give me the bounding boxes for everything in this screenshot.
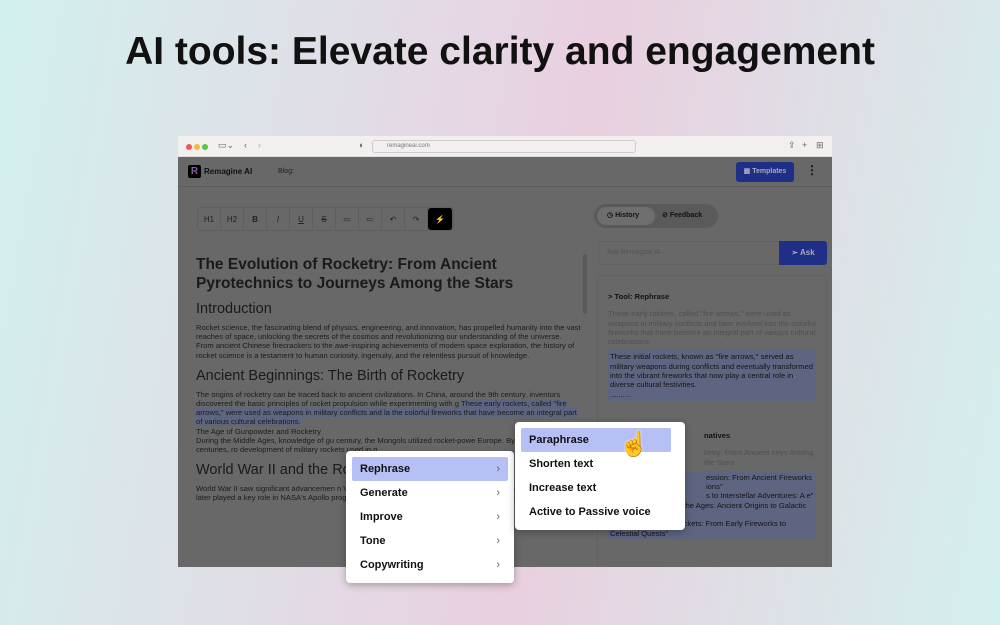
clock-icon: ◷ — [607, 212, 616, 219]
h1-button[interactable]: H1 — [198, 208, 221, 230]
editor-toolbar: H1 H2 B I U S ≔ ≔ ↶ ↷ ⚡ — [197, 207, 454, 231]
brand-name: Remagine AI — [204, 167, 253, 176]
panel-tabs: ◷ History ⊘ Feedback — [594, 204, 718, 228]
new-tab-icon[interactable]: + — [802, 140, 807, 150]
share-icon[interactable]: ⇪ — [788, 140, 796, 151]
chevron-right-icon: › — [496, 535, 500, 547]
bold-button[interactable]: B — [244, 208, 267, 230]
h2-button[interactable]: H2 — [221, 208, 244, 230]
headline: AI tools: Elevate clarity and engagement — [125, 30, 875, 73]
back-icon[interactable]: ‹ — [244, 140, 247, 150]
minimize-dot[interactable] — [194, 144, 200, 150]
hand-cursor-icon: ☝ — [619, 431, 649, 458]
intro-text: Rocket science, the fascinating blend of… — [196, 323, 581, 360]
check-circle-icon: ⊘ — [662, 212, 670, 219]
menu-item-improve[interactable]: Improve › — [352, 505, 508, 529]
menu-item-generate[interactable]: Generate › — [352, 481, 508, 505]
tool-title: > Tool: Rephrase — [608, 292, 670, 301]
original-text: These early rockets, called "fire arrows… — [608, 309, 816, 347]
italic-button[interactable]: I — [267, 208, 290, 230]
logo[interactable]: R — [188, 165, 201, 178]
menu-item-tone[interactable]: Tone › — [352, 529, 508, 553]
app-header: R Remagine AI Blog: ▦ Templates ⋮ — [178, 157, 832, 187]
menu-item-rephrase[interactable]: Rephrase › — [352, 457, 508, 481]
chevron-right-icon: › — [496, 463, 500, 475]
blog-label: Blog: — [278, 168, 294, 175]
browser-chrome: ▭⌄ ‹ › ◐ remagineai.com ⇪ + ⊞ — [178, 136, 832, 157]
url-bar[interactable]: remagineai.com — [372, 140, 636, 153]
redo-icon[interactable]: ↷ — [405, 208, 428, 230]
zoom-dot[interactable] — [202, 144, 208, 150]
underline-button[interactable]: U — [290, 208, 313, 230]
chevron-right-icon: › — [496, 487, 500, 499]
rephrase-submenu: Paraphrase Shorten text Increase text Ac… — [515, 422, 685, 530]
chevron-right-icon: › — [496, 559, 500, 571]
ask-input[interactable]: Ask Remagine AI ... — [598, 241, 780, 265]
ask-button[interactable]: ➢ Ask — [779, 241, 827, 265]
grid-icon: ▦ — [743, 168, 753, 175]
templates-button[interactable]: ▦ Templates — [736, 162, 794, 182]
menu-item-copywriting[interactable]: Copywriting › — [352, 553, 508, 577]
submenu-increase[interactable]: Increase text — [521, 476, 679, 500]
tab-history[interactable]: ◷ History — [597, 207, 655, 225]
shield-icon[interactable]: ◐ — [359, 140, 364, 150]
ai-context-menu: Rephrase › Generate › Improve › Tone › Copyw… — [346, 451, 514, 583]
submenu-active-passive[interactable]: Active to Passive voice — [521, 500, 679, 524]
ai-bolt-icon[interactable]: ⚡ — [428, 208, 453, 230]
strikethrough-button[interactable]: S — [313, 208, 336, 230]
chevron-right-icon: › — [496, 511, 500, 523]
bullet-list-icon[interactable]: ≔ — [336, 208, 359, 230]
submenu-shorten[interactable]: Shorten text — [521, 452, 679, 476]
doc-title: The Evolution of Rocketry: From Ancient … — [196, 256, 514, 292]
close-dot[interactable] — [186, 144, 192, 150]
editor-scrollbar[interactable] — [583, 254, 587, 314]
undo-icon[interactable]: ↶ — [382, 208, 405, 230]
tabs-icon[interactable]: ⊞ — [816, 140, 824, 151]
intro-heading: Introduction — [196, 301, 272, 317]
rephrased-text: These initial rockets, known as "fire ar… — [608, 350, 816, 401]
ordered-list-icon[interactable]: ≔ — [359, 208, 382, 230]
sidebar-icon[interactable]: ▭⌄ — [218, 140, 234, 151]
kebab-icon[interactable]: ⋮ — [806, 163, 818, 177]
tab-feedback[interactable]: ⊘ Feedback — [662, 207, 718, 225]
ancient-heading: Ancient Beginnings: The Birth of Rocketr… — [196, 367, 465, 384]
send-icon: ➢ — [791, 248, 800, 257]
forward-icon[interactable]: › — [258, 140, 261, 150]
